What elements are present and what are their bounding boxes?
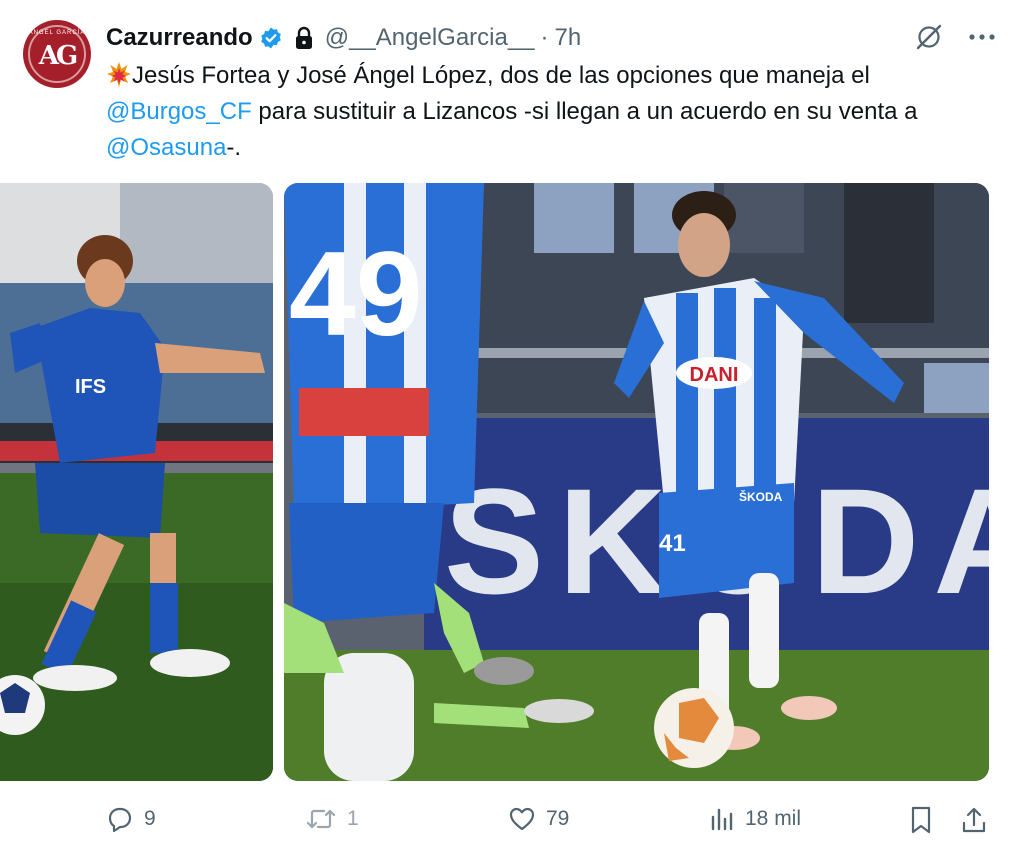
more-options-icon[interactable] xyxy=(968,32,996,42)
repost-button[interactable]: 1 xyxy=(305,805,359,833)
reply-button[interactable]: 9 xyxy=(106,805,156,833)
tweet-top-actions xyxy=(914,22,996,52)
photo-left-scene: IFS xyxy=(0,183,273,781)
views-button[interactable]: 18 mil xyxy=(709,805,801,833)
share-icon xyxy=(962,807,986,833)
media-photo-right[interactable]: SKODA 49 DANI 41 ŠKODA xyxy=(284,183,989,781)
bookmark-icon xyxy=(911,806,931,834)
lock-icon xyxy=(295,26,312,49)
reply-icon xyxy=(108,807,132,833)
avatar-arc-text: ÁNGEL GARCÍA xyxy=(28,30,86,36)
author-avatar[interactable]: ÁNGEL GARCÍA AG xyxy=(23,20,91,88)
tweet-timestamp[interactable]: 7h xyxy=(555,24,582,52)
mention-osasuna[interactable]: @Osasuna xyxy=(106,134,226,161)
shirt-sponsor-dani: DANI xyxy=(690,364,739,386)
photo-right-scene: SKODA 49 DANI 41 ŠKODA xyxy=(284,183,989,781)
reply-count: 9 xyxy=(144,807,156,830)
collision-emoji-icon xyxy=(107,62,131,87)
verified-badge-icon[interactable] xyxy=(259,26,283,50)
bookmark-button[interactable] xyxy=(908,805,934,835)
like-button[interactable]: 79 xyxy=(508,805,569,833)
separator-dot: · xyxy=(540,24,549,51)
like-count: 79 xyxy=(546,807,570,830)
share-button[interactable] xyxy=(960,805,988,835)
tweet-actions-bar: 9 1 79 18 mil xyxy=(0,805,1024,839)
tweet-text-part-3: -. xyxy=(226,134,242,161)
grok-icon[interactable] xyxy=(914,22,944,52)
mention-burgos-cf[interactable]: @Burgos_CF xyxy=(106,98,252,125)
shorts-sponsor-text: ŠKODA xyxy=(739,489,783,504)
tweet-header: Cazurreando @__AngelGarcia__ · 7h xyxy=(106,22,581,54)
author-name[interactable]: Cazurreando xyxy=(106,24,253,52)
views-icon xyxy=(711,808,733,831)
repost-icon xyxy=(306,809,336,829)
tweet-text-part-2: para sustituir a Lizancos -si llegan a u… xyxy=(251,98,918,125)
shirt-sponsor-text: IFS xyxy=(75,376,106,398)
media-photo-left[interactable]: IFS xyxy=(0,183,273,781)
shorts-number: 41 xyxy=(659,530,686,557)
heart-icon xyxy=(509,807,535,831)
author-handle[interactable]: @__AngelGarcia__ xyxy=(325,24,535,52)
avatar-monogram: AG xyxy=(38,41,78,71)
tweet-text-part-1: Jesús Fortea y José Ángel López, dos de … xyxy=(132,62,870,89)
repost-count: 1 xyxy=(347,807,359,830)
tweet-text: Jesús Fortea y José Ángel López, dos de … xyxy=(106,58,996,166)
back-number: 49 xyxy=(289,227,422,361)
views-count: 18 mil xyxy=(745,807,802,830)
